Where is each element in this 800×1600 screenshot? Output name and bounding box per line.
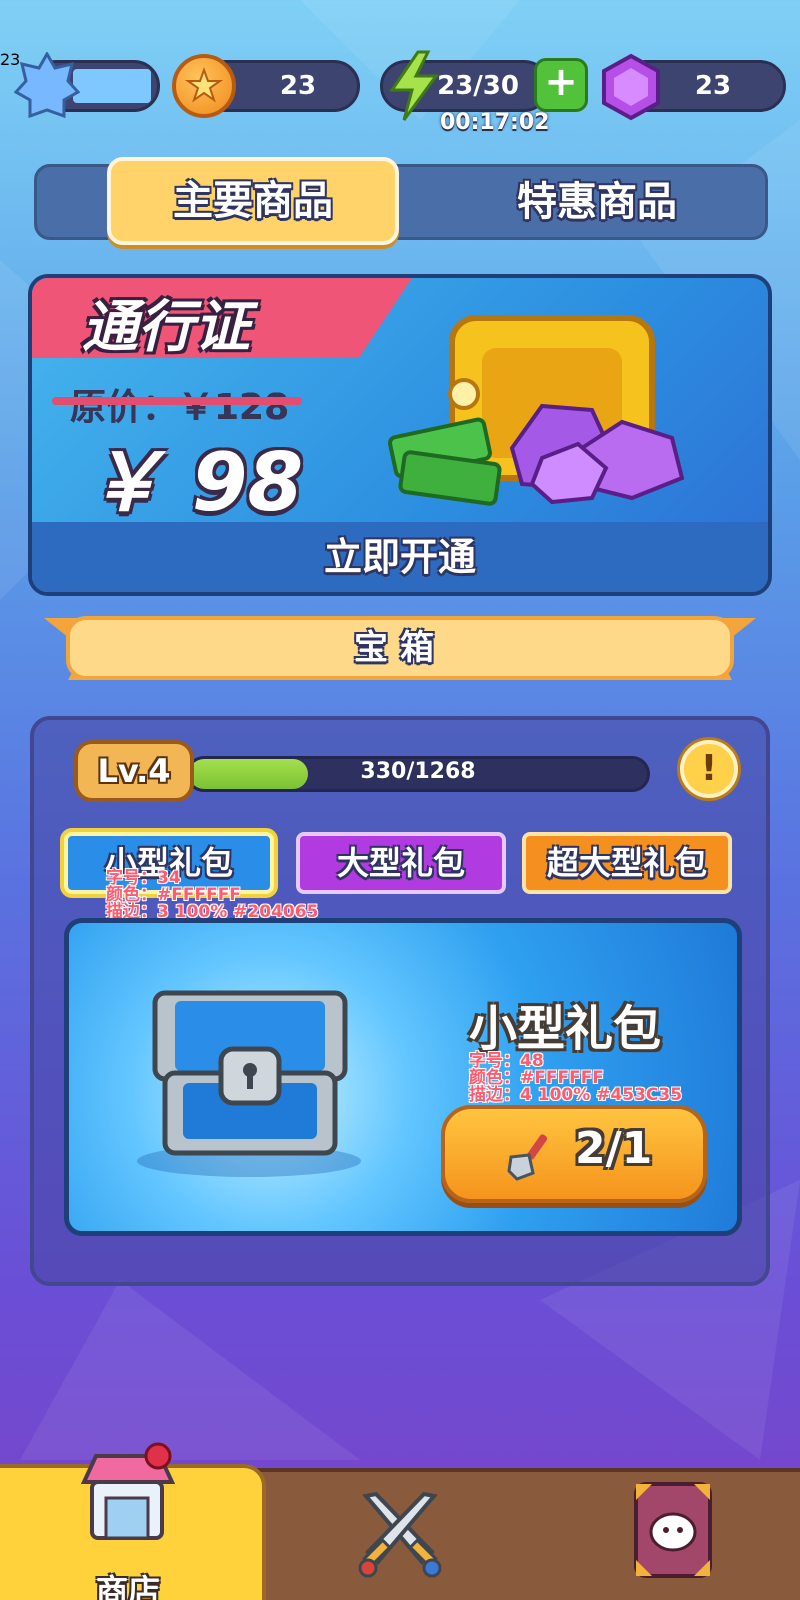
price-strikethrough	[52, 397, 302, 405]
crossed-swords-icon[interactable]	[352, 1486, 448, 1582]
tab-annotation: 字号：34 颜色：#FFFFFF 描边：3 100% #204065	[106, 870, 318, 921]
nav-shop[interactable]: 商店	[0, 1442, 266, 1600]
nav-shop-label: 商店	[95, 1572, 160, 1600]
chest-xp-text: 330/1268	[360, 759, 476, 784]
lightning-icon	[389, 50, 439, 121]
level-xp-fill	[73, 69, 151, 103]
pass-title: 通行证	[82, 295, 250, 360]
chest-section-title: 宝箱	[66, 616, 734, 680]
add-energy-button[interactable]: +	[534, 58, 588, 112]
star-badge-icon	[14, 52, 80, 119]
chest-level-badge: Lv.4	[74, 740, 194, 802]
bottom-nav: 商店	[0, 1442, 800, 1600]
chest-icon	[137, 990, 361, 1177]
card-annotation: 字号：48 颜色：#FFFFFF 描边：4 100% #453C35	[469, 1053, 682, 1104]
tab-main-items[interactable]: 主要商品	[107, 157, 399, 245]
package-card: 小型礼包 字号：48 颜色：#FFFFFF 描边：4 100% #453C35 …	[64, 918, 742, 1236]
tab-main-label: 主要商品	[173, 178, 333, 224]
open-count: 2/1	[575, 1123, 653, 1174]
top-resource-bar: 23 23 23/30 + 00:17:02 23	[0, 50, 800, 135]
tab-special-offers[interactable]: 特惠商品	[437, 167, 757, 237]
character-card-icon[interactable]	[630, 1478, 716, 1582]
open-chest-button[interactable]: 2/1	[441, 1105, 707, 1203]
safe-treasure-illustration	[388, 315, 685, 506]
coin-icon	[172, 54, 236, 118]
shop-tabs: 主要商品 特惠商品	[34, 157, 768, 245]
card-annotation-stroke: 描边：4 100% #453C35	[469, 1085, 683, 1105]
shovel-icon	[507, 1134, 548, 1181]
pass-price: ￥ 98	[84, 436, 304, 529]
chest-section-ribbon: 宝箱	[44, 612, 756, 698]
chest-panel: 330/1268 Lv.4 ! 小型礼包 大型礼包 超大型礼包 字号：34 颜色…	[30, 716, 770, 1286]
coin-value: 23	[279, 71, 317, 101]
tab-large-package[interactable]: 大型礼包	[296, 832, 506, 894]
package-card-title: 小型礼包	[469, 1001, 662, 1057]
gem-icon	[602, 53, 660, 121]
plus-icon: +	[544, 59, 578, 105]
activate-now-button[interactable]: 立即开通	[32, 522, 768, 592]
pass-banner[interactable]: 通行证 原价：￥128 ￥ 98 立即开通	[28, 274, 772, 596]
gem-value: 23	[694, 71, 732, 101]
tab-xl-package[interactable]: 超大型礼包	[522, 832, 732, 894]
info-icon[interactable]: !	[680, 740, 738, 798]
energy-timer: 00:17:02	[440, 110, 550, 135]
shop-icon	[80, 1442, 176, 1540]
